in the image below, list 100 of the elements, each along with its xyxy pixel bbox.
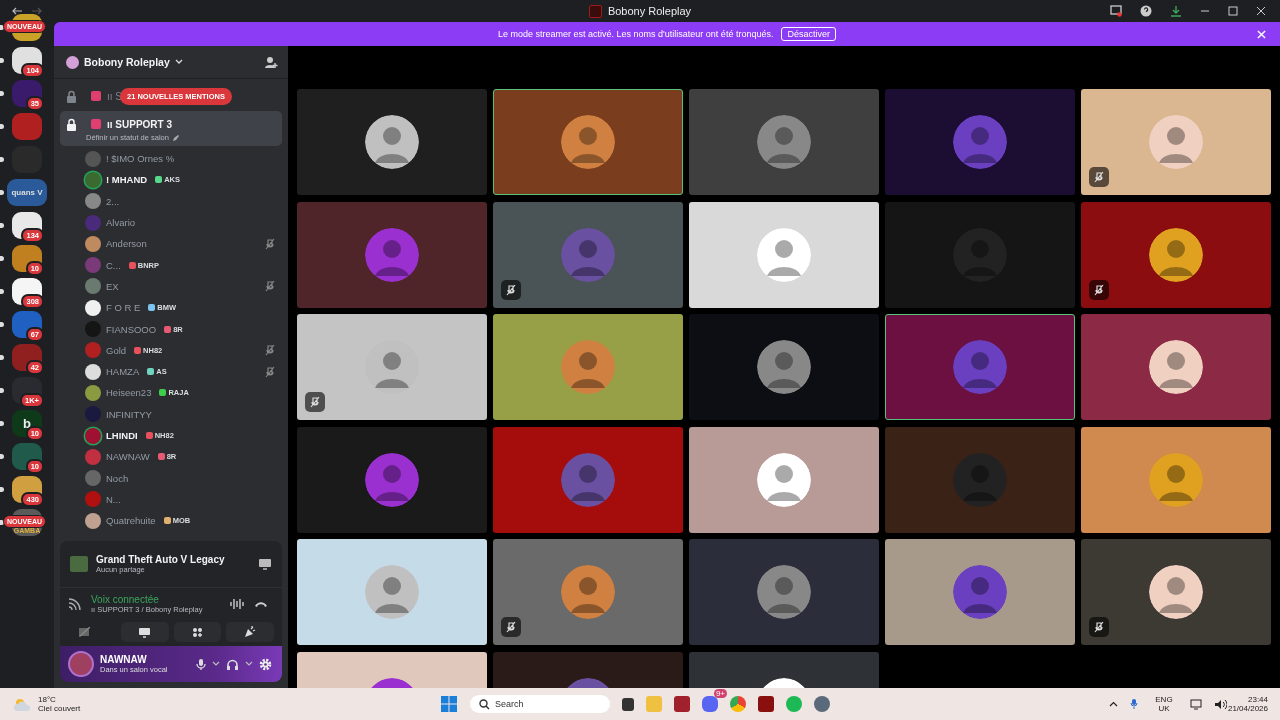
language[interactable]: ENG xyxy=(1155,695,1173,704)
video-tile[interactable] xyxy=(689,426,879,533)
member-name[interactable]: LHINDI xyxy=(106,430,138,441)
server-logo-icon xyxy=(66,55,79,69)
soundboard-button[interactable] xyxy=(226,622,274,642)
help-icon[interactable] xyxy=(1140,5,1152,17)
download-icon[interactable] xyxy=(1170,5,1182,17)
screen-share-button[interactable] xyxy=(121,622,169,642)
cloud-icon xyxy=(12,696,32,712)
back-arrow-icon[interactable] xyxy=(12,7,23,15)
disable-button[interactable]: Désactiver xyxy=(781,27,836,41)
maximize-icon[interactable] xyxy=(1228,6,1238,16)
video-tile[interactable] xyxy=(885,89,1075,195)
chevron-icon[interactable] xyxy=(174,59,183,65)
video-tile[interactable] xyxy=(689,201,879,308)
hang-up-icon[interactable] xyxy=(254,600,268,608)
chevron-icon[interactable] xyxy=(212,661,220,667)
video-tile[interactable] xyxy=(885,539,1075,646)
headphones-icon[interactable] xyxy=(226,657,239,671)
keyboard-layout[interactable]: UK xyxy=(1158,704,1170,713)
voice-status: Voix connectée xyxy=(91,594,160,605)
microphone-icon[interactable] xyxy=(1129,698,1138,710)
video-tile[interactable] xyxy=(1081,89,1271,195)
server-icon[interactable]: quans V xyxy=(7,179,47,206)
video-tile[interactable] xyxy=(885,314,1075,421)
waveform-icon[interactable] xyxy=(230,598,244,610)
signal-icon[interactable] xyxy=(68,597,81,611)
member-name[interactable]: Noch xyxy=(106,472,129,484)
server-name[interactable]: Bobony Roleplay xyxy=(84,56,170,68)
member-name[interactable]: HAMZA xyxy=(106,366,140,378)
video-tile[interactable] xyxy=(885,426,1075,533)
temperature: 18°C xyxy=(38,695,57,704)
search-icon xyxy=(479,699,490,710)
video-tile[interactable] xyxy=(493,426,683,533)
user-avatar[interactable] xyxy=(68,651,94,677)
add-member-icon[interactable] xyxy=(264,55,278,69)
chevron-icon[interactable] xyxy=(245,661,253,667)
member-name[interactable]: FIANSOOO xyxy=(106,323,157,335)
video-tile[interactable] xyxy=(297,89,487,195)
member-name[interactable]: Quatrehuite xyxy=(106,515,156,527)
activities-button[interactable] xyxy=(173,622,222,642)
member-name[interactable]: Anderson xyxy=(106,238,147,250)
member-name[interactable]: Gold xyxy=(106,344,127,356)
member-name[interactable]: N... xyxy=(106,493,121,505)
screen-icon[interactable] xyxy=(1110,5,1122,17)
video-tile[interactable] xyxy=(297,314,487,421)
member-name[interactable]: Heiseen23 xyxy=(106,387,152,399)
video-tile[interactable] xyxy=(297,201,487,308)
video-tile[interactable] xyxy=(689,539,879,646)
video-tile[interactable] xyxy=(1081,201,1271,308)
video-tile[interactable] xyxy=(493,89,683,195)
member-name[interactable]: Alvario xyxy=(106,217,136,229)
member-name[interactable]: ! $IMO Ornes % xyxy=(106,153,175,165)
clock-time: 23:44 xyxy=(1248,695,1268,704)
pencil-icon[interactable] xyxy=(171,133,180,142)
video-tile[interactable] xyxy=(1081,539,1271,646)
sos-icon xyxy=(91,91,101,101)
windows-start-icon[interactable] xyxy=(440,695,458,713)
member-name[interactable]: NAWNAW xyxy=(106,451,150,463)
member-name[interactable]: ! MHAND xyxy=(106,174,148,186)
task-view-icon[interactable] xyxy=(622,697,634,711)
member-name[interactable]: INFINITYY xyxy=(106,408,152,420)
video-tile[interactable] xyxy=(493,314,683,421)
member-name[interactable]: 2... xyxy=(106,195,120,207)
close-icon[interactable] xyxy=(1256,6,1266,16)
forward-arrow-icon[interactable] xyxy=(31,7,42,15)
caret-icon[interactable] xyxy=(1108,701,1118,707)
settings-icon[interactable] xyxy=(259,657,272,671)
discord-icon[interactable] xyxy=(702,696,718,712)
volume-icon[interactable] xyxy=(1214,698,1228,710)
member-name[interactable]: F O R E xyxy=(106,302,141,314)
screen-share-icon xyxy=(138,626,152,638)
soundboard-icon xyxy=(244,626,257,638)
video-tile[interactable] xyxy=(297,539,487,646)
network-icon[interactable] xyxy=(1190,698,1203,710)
video-tile[interactable] xyxy=(1081,314,1271,421)
server-icon[interactable] xyxy=(12,344,42,371)
browser-icon[interactable] xyxy=(730,696,746,712)
screen-share-icon[interactable] xyxy=(258,558,272,570)
channel-name: ıı SUPPORT 3 xyxy=(107,118,172,130)
member-name[interactable]: C... xyxy=(106,259,121,271)
video-tile[interactable] xyxy=(885,201,1075,308)
video-tile[interactable] xyxy=(297,426,487,533)
game-icon xyxy=(70,556,88,572)
microphone-icon[interactable] xyxy=(196,657,206,671)
activities-icon xyxy=(192,626,203,638)
lock-icon xyxy=(66,89,77,103)
video-tile[interactable] xyxy=(689,89,879,195)
member-name[interactable]: EX xyxy=(106,280,119,292)
server-icon[interactable] xyxy=(12,80,42,107)
search-field[interactable]: Search xyxy=(470,695,610,713)
video-tile[interactable] xyxy=(493,539,683,646)
video-tile[interactable] xyxy=(1081,426,1271,533)
clock-date: 21/04/2026 xyxy=(1227,704,1268,713)
video-tile[interactable] xyxy=(493,201,683,308)
game-title: Grand Theft Auto V Legacy xyxy=(96,554,226,565)
window-title: Bobony Roleplay xyxy=(607,5,692,17)
weather-text: Ciel couvert xyxy=(38,704,82,713)
video-tile[interactable] xyxy=(689,314,879,421)
camera-off-icon[interactable] xyxy=(78,626,92,638)
